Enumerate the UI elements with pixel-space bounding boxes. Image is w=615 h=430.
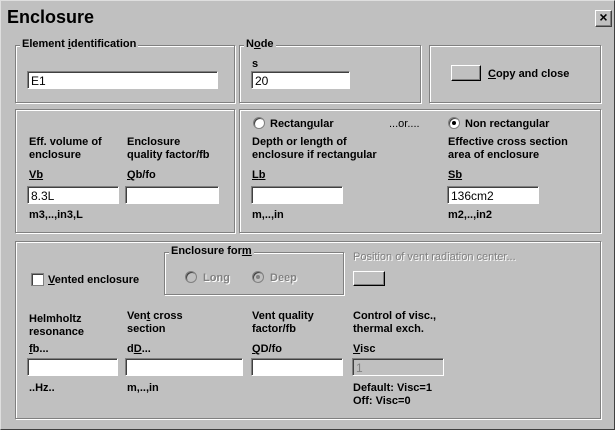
visc-off-text: Off: Visc=0: [353, 395, 411, 407]
quality-factor-label: Enclosure quality factor/fb: [127, 136, 210, 161]
lb-label: Lb: [252, 169, 266, 181]
or-text: ...or....: [389, 118, 420, 130]
vented-enclosure-label[interactable]: Vented enclosure: [48, 274, 139, 287]
vent-cross-label: Vent cross section: [127, 310, 183, 335]
visc-control-label: Control of visc., thermal exch.: [353, 310, 437, 335]
enclosure-dialog: Enclosure × Element identification E1 No…: [0, 0, 615, 430]
visc-input[interactable]: 1: [352, 358, 444, 376]
vent-position-label: Position of vent radiation center...: [353, 251, 516, 263]
sb-input[interactable]: 136cm2: [447, 186, 539, 204]
visc-default-text: Default: Visc=1: [353, 382, 432, 394]
non-rectangular-label[interactable]: Non rectangular: [465, 118, 549, 131]
qb-label: Qb/fo: [127, 169, 156, 181]
node-sub-label: s: [252, 58, 259, 70]
vent-position-button[interactable]: [353, 271, 385, 286]
area-label: Effective cross section area of enclosure: [448, 136, 568, 161]
qd-label: QD/fo: [252, 343, 282, 355]
dd-label: dD...: [127, 343, 151, 355]
close-button[interactable]: ×: [595, 10, 612, 27]
qd-input[interactable]: [251, 358, 343, 376]
vb-units: m3,..,in3,L: [29, 209, 83, 221]
vented-enclosure-checkbox[interactable]: [31, 273, 44, 286]
helmholtz-label: Helmholtz resonance: [29, 313, 85, 338]
element-id-input[interactable]: E1: [27, 71, 218, 89]
fb-label: fb...: [29, 343, 49, 355]
long-radio[interactable]: [185, 271, 197, 283]
fb-input[interactable]: [27, 358, 118, 376]
vent-quality-label: Vent quality factor/fb: [252, 310, 314, 335]
rectangular-label[interactable]: Rectangular: [270, 118, 334, 131]
node-legend: Node: [244, 38, 276, 50]
window-title: Enclosure: [7, 7, 95, 27]
element-identification-legend: Element identification: [20, 38, 139, 50]
copy-and-close-label[interactable]: Copy and close: [488, 68, 569, 81]
sb-units: m2,..,in2: [448, 209, 493, 221]
sb-label: Sb: [448, 169, 463, 181]
depth-label: Depth or length of enclosure if rectangul…: [252, 136, 377, 161]
fb-units: ..Hz..: [29, 382, 55, 394]
rectangular-radio[interactable]: [253, 117, 265, 129]
vb-label: Vb: [29, 169, 44, 181]
dd-units: m,..,in: [127, 382, 159, 394]
eff-volume-label: Eff. volume of enclosure: [29, 136, 102, 161]
copy-and-close-button[interactable]: [451, 65, 481, 81]
deep-label[interactable]: Deep: [270, 272, 297, 285]
lb-input[interactable]: [251, 186, 343, 204]
node-input[interactable]: 20: [251, 71, 350, 89]
qb-input[interactable]: [125, 186, 219, 204]
long-label[interactable]: Long: [203, 272, 230, 285]
vb-input[interactable]: 8.3L: [27, 186, 119, 204]
close-icon: ×: [599, 9, 608, 25]
visc-label: Visc: [353, 343, 376, 355]
dd-input[interactable]: [125, 358, 243, 376]
lb-units: m,..,in: [252, 209, 284, 221]
deep-radio[interactable]: [252, 271, 264, 283]
title-bar: Enclosure ×: [3, 3, 614, 33]
enclosure-form-legend: Enclosure form: [169, 245, 254, 257]
non-rectangular-radio[interactable]: [448, 117, 460, 129]
